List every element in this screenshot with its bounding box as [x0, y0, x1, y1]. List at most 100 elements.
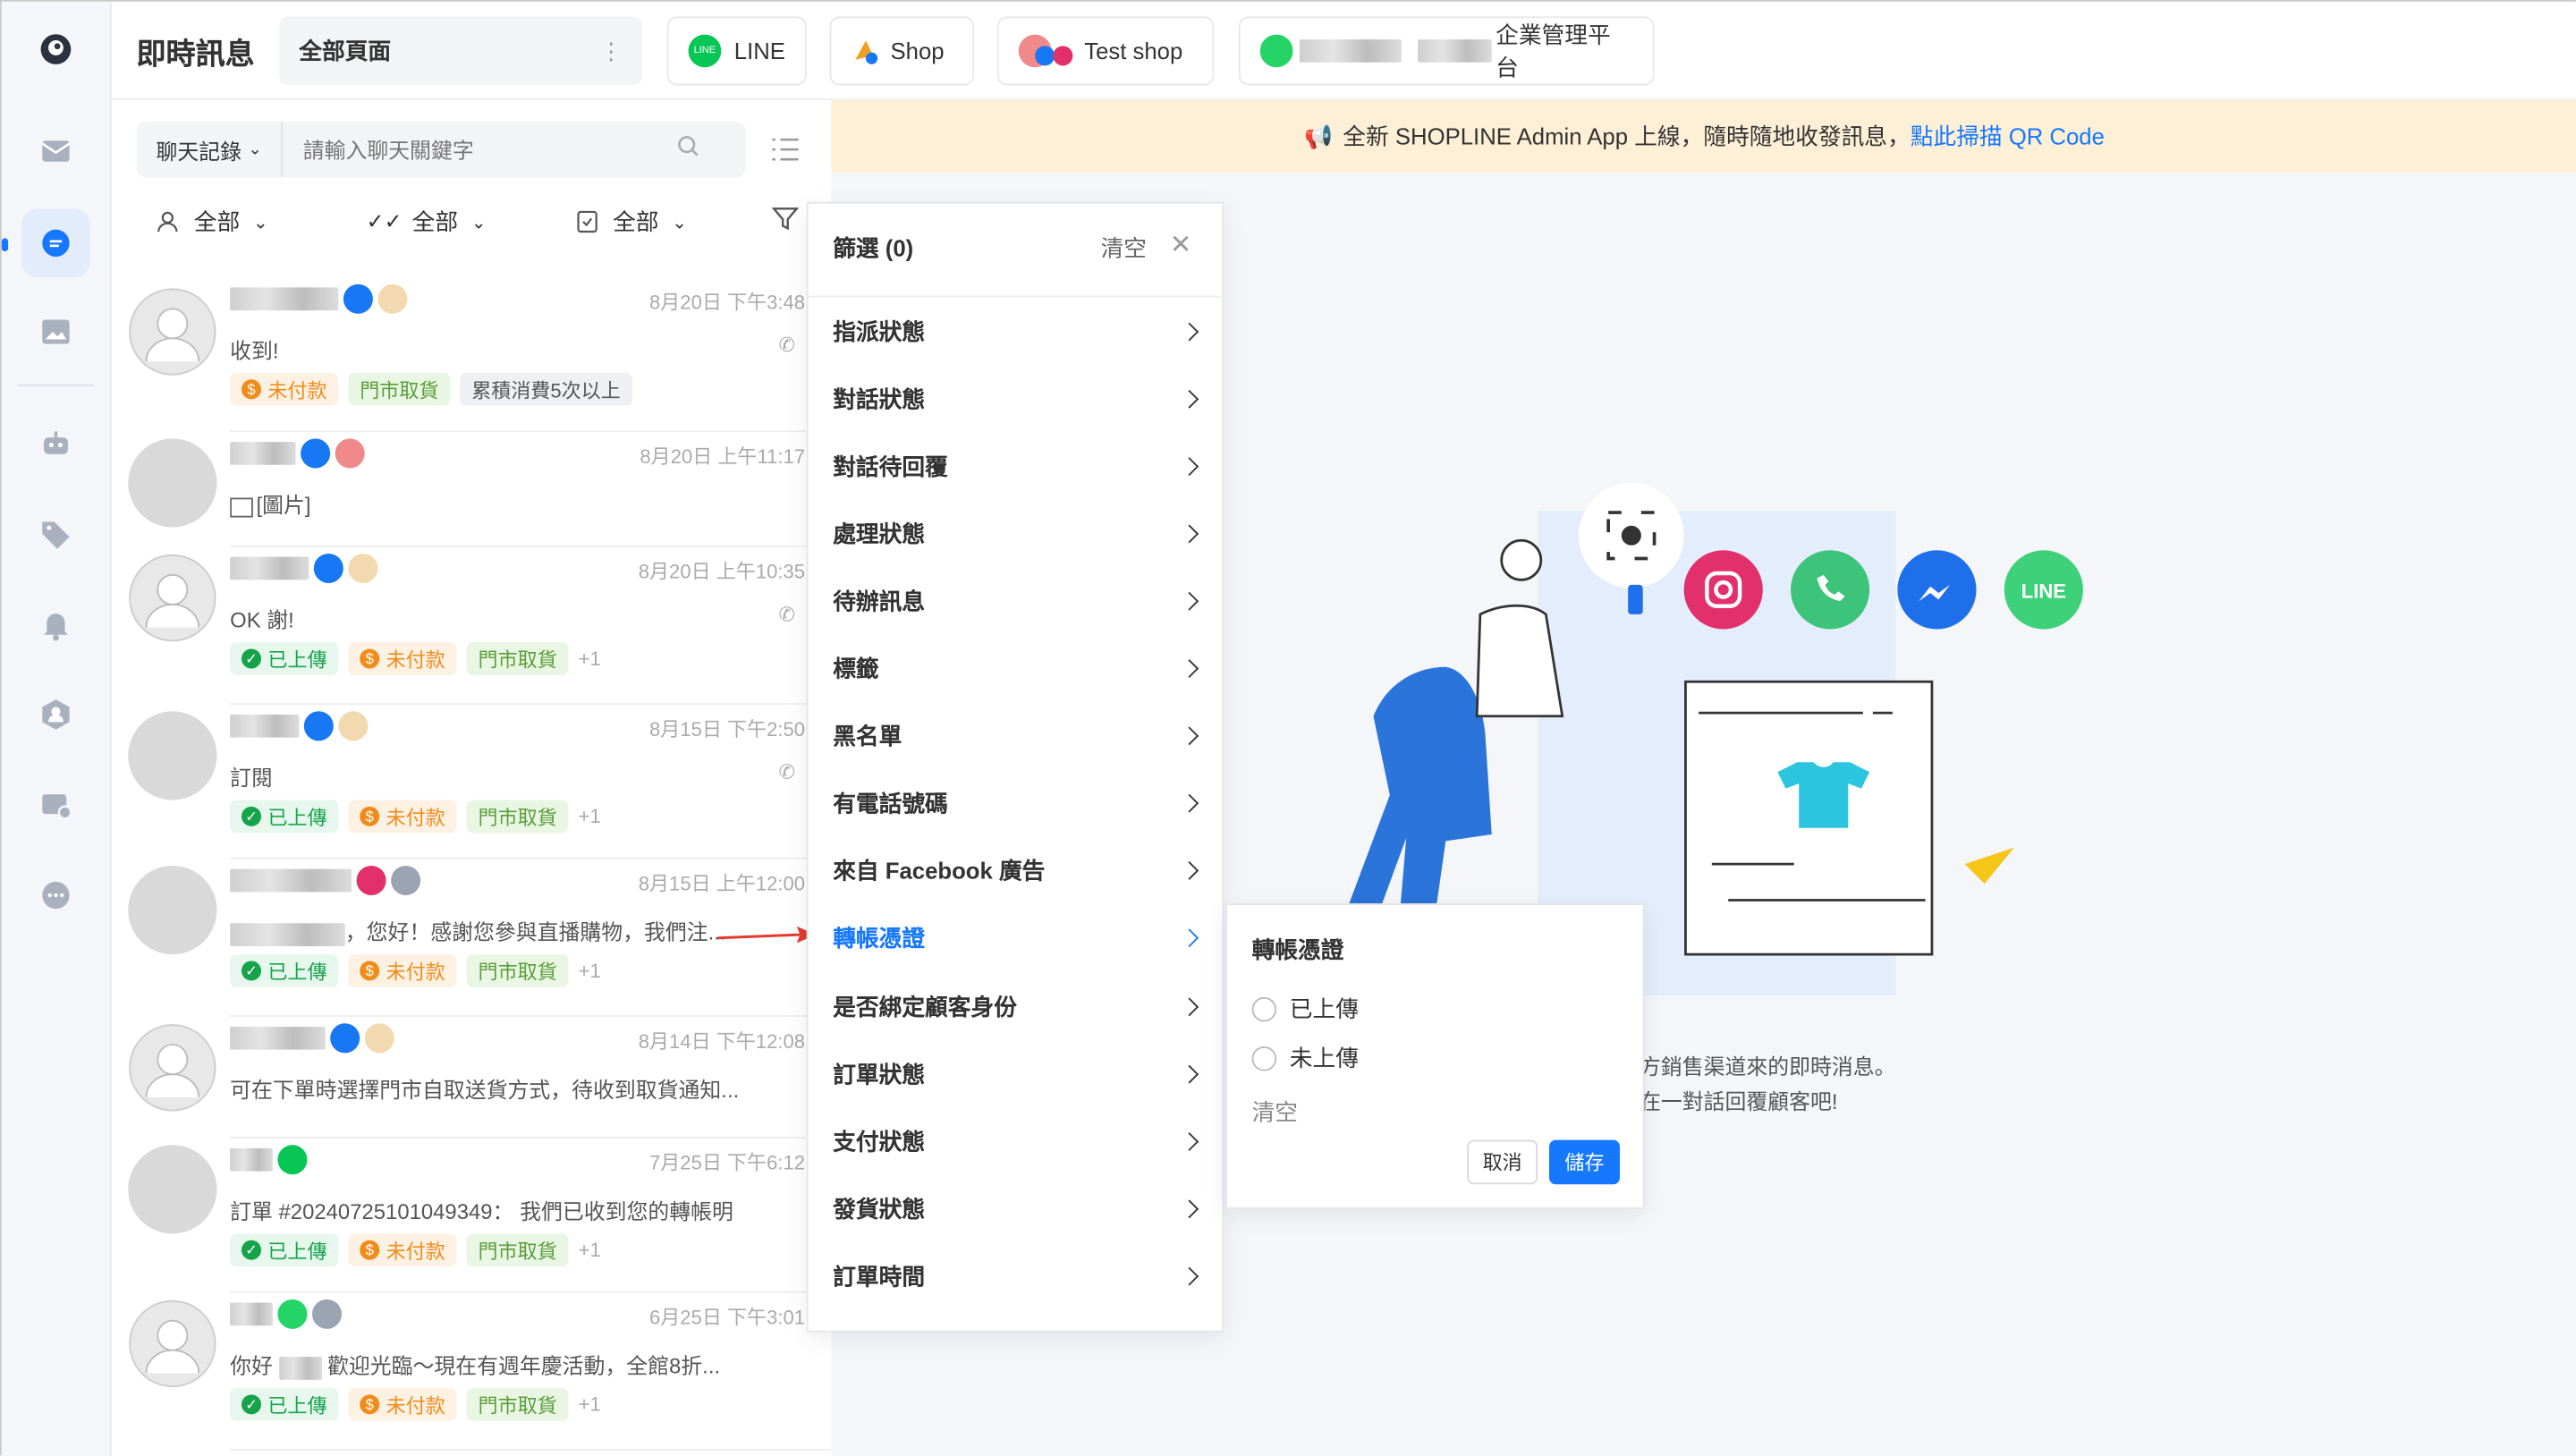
check-icon: ✓: [241, 1240, 262, 1260]
status-tag: 門市取貨: [466, 1388, 569, 1421]
filter-item[interactable]: 待辦訊息: [833, 567, 1202, 634]
search-type-label: 聊天記錄: [156, 139, 242, 164]
filter-item[interactable]: 對話待回覆: [833, 432, 1202, 499]
more-tags-count: +1: [578, 804, 601, 828]
status-tag: ✓ 已上傳: [230, 1388, 339, 1421]
conversation-row[interactable]: 6月25日 下午3:01 你好 歡迎光臨～現在有週年慶活動，全館8折... ✓ 已上傳…: [112, 1292, 832, 1451]
conversation-row[interactable]: 8月14日 下午12:08 可在下單時選擇門市自取送貨方式，待收到取貨通知...: [112, 1017, 832, 1139]
message-time: 8月20日 下午3:48: [649, 291, 805, 314]
filter-item-label: 指派狀態: [833, 317, 926, 344]
banner-link[interactable]: 點此掃描 QR Code: [1911, 120, 2105, 153]
channel-tab-test-shop[interactable]: Test shop: [996, 16, 1215, 86]
search-icon[interactable]: [677, 134, 700, 165]
more-icon[interactable]: [21, 860, 90, 929]
check-icon: ✓: [241, 1394, 262, 1415]
page-select[interactable]: 全部頁面 ⋮: [279, 16, 643, 86]
message-preview: 訂單 #20240725101049349： 我們已收到您的轉帳明: [230, 1198, 733, 1224]
chat-icon[interactable]: [21, 208, 91, 278]
channel-tab-label: Shop: [890, 38, 945, 64]
filter-item[interactable]: 轉帳憑證: [833, 905, 1202, 972]
redacted-text: [278, 1356, 322, 1380]
tag-icon[interactable]: [21, 499, 90, 568]
phone-icon: ✆: [778, 603, 795, 626]
image-gallery-icon[interactable]: [21, 297, 90, 366]
filter-item[interactable]: 標籤: [833, 635, 1202, 702]
channel-tab-label: Test shop: [1084, 38, 1183, 64]
status-tag: $ 未付款: [348, 642, 457, 675]
conversation-row[interactable]: 8月20日 上午11:17 [圖片]: [112, 432, 832, 547]
filter-item[interactable]: 對話狀態: [833, 365, 1202, 432]
team-icon[interactable]: [21, 680, 90, 749]
task-filter[interactable]: 全部 ⌄: [577, 206, 687, 239]
page-select-value: 全部頁面: [299, 38, 392, 64]
chevron-right-icon: [1180, 524, 1199, 543]
more-tags-count: +1: [578, 1238, 601, 1262]
settings-card-icon[interactable]: [21, 770, 90, 839]
filter-funnel-icon[interactable]: [771, 206, 800, 241]
list-view-icon[interactable]: [770, 136, 800, 171]
brand-logo-icon[interactable]: [21, 15, 90, 84]
assignee-filter[interactable]: 全部 ⌄: [156, 206, 268, 239]
coin-icon: $: [360, 1394, 380, 1415]
avatar: [128, 438, 217, 528]
chevron-right-icon: [1180, 794, 1199, 813]
filter-item[interactable]: 有電話號碼: [833, 770, 1202, 837]
message-preview: ，您好！感謝您參與直播購物，我們注...: [344, 919, 726, 945]
option-uploaded[interactable]: 已上傳: [1251, 992, 1359, 1025]
message-preview: 收到!: [230, 338, 279, 363]
whatsapp-icon: [1259, 34, 1293, 68]
avatar: [128, 711, 217, 800]
avatar: [128, 554, 216, 642]
avatar: [128, 1145, 217, 1234]
conversation-row[interactable]: 8月15日 下午2:50 ✆ 訂閱 ✓ 已上傳 $ 未付款 門市取貨 +1: [112, 705, 832, 859]
save-button[interactable]: 儲存: [1549, 1139, 1620, 1185]
filter-item-label: 訂單時間: [833, 1263, 926, 1290]
task-filter-value: 全部: [613, 208, 659, 235]
customer-name-redacted: [230, 868, 352, 893]
bell-icon[interactable]: [21, 589, 90, 658]
read-filter[interactable]: ✓✓ 全部 ⌄: [367, 206, 487, 239]
chevron-right-icon: [1180, 929, 1199, 948]
status-tag: 門市取貨: [466, 1233, 569, 1267]
conversation-row[interactable]: 8月20日 下午3:48 ✆ 收到! $ 未付款 門市取貨 累積消費5次以上: [112, 277, 832, 433]
message-time: 8月20日 上午11:17: [640, 444, 805, 469]
more-tags-count: +1: [578, 647, 601, 671]
filter-item[interactable]: 處理狀態: [833, 500, 1202, 567]
filter-item-label: 處理狀態: [833, 520, 926, 547]
chevron-right-icon: [1180, 659, 1199, 678]
top-bar: 即時訊息 全部頁面 ⋮ LINE LINE Shop Test shop 企業管…: [111, 1, 2576, 101]
chevron-right-icon: [1180, 1131, 1199, 1151]
filter-item-label: 標籤: [833, 655, 879, 682]
message-preview: 可在下單時選擇門市自取送貨方式，待收到取貨通知...: [230, 1077, 740, 1103]
filter-item[interactable]: 訂單狀態: [833, 1040, 1202, 1107]
channel-tab-line[interactable]: LINE LINE: [666, 16, 807, 86]
filter-item[interactable]: 支付狀態: [833, 1107, 1202, 1174]
search-input[interactable]: [283, 137, 662, 162]
store-icon: [348, 553, 378, 584]
store-icon: [391, 865, 421, 896]
filter-clear-button[interactable]: 清空: [1101, 232, 1147, 265]
submenu-clear-button[interactable]: 清空: [1252, 1096, 1298, 1129]
channel-tab-whatsapp[interactable]: 企業管理平台: [1238, 16, 1655, 86]
conversation-row[interactable]: 7月25日 下午6:12 訂單 #20240725101049349： 我們已收到…: [112, 1139, 832, 1293]
channel-tab-shop[interactable]: Shop: [829, 16, 975, 86]
chevron-right-icon: [1180, 389, 1199, 408]
filter-item[interactable]: 訂單時間: [833, 1242, 1202, 1309]
cancel-button[interactable]: 取消: [1467, 1139, 1538, 1185]
chevron-right-icon: [1180, 1064, 1199, 1083]
option-label: 未上傳: [1289, 1045, 1359, 1071]
search-type-select[interactable]: 聊天記錄 ⌄: [136, 121, 284, 178]
option-not-uploaded[interactable]: 未上傳: [1251, 1041, 1359, 1074]
filter-item[interactable]: 來自 Facebook 廣告: [833, 837, 1202, 904]
close-icon[interactable]: ✕: [1170, 228, 1192, 261]
read-filter-value: 全部: [411, 208, 459, 235]
filter-item[interactable]: 指派狀態: [833, 297, 1202, 364]
filter-item[interactable]: 發貨狀態: [833, 1175, 1202, 1242]
store-icon: [338, 711, 369, 741]
conversation-row[interactable]: 8月20日 上午10:35 ✆ OK 謝! ✓ 已上傳 $ 未付款 門市取貨 +1: [112, 547, 832, 705]
filter-item[interactable]: 是否綁定顧客身份: [833, 972, 1202, 1039]
filter-item[interactable]: 黑名單: [833, 702, 1202, 769]
inbox-icon[interactable]: [21, 116, 90, 185]
bot-icon[interactable]: [21, 409, 90, 478]
coin-icon: $: [241, 379, 262, 400]
